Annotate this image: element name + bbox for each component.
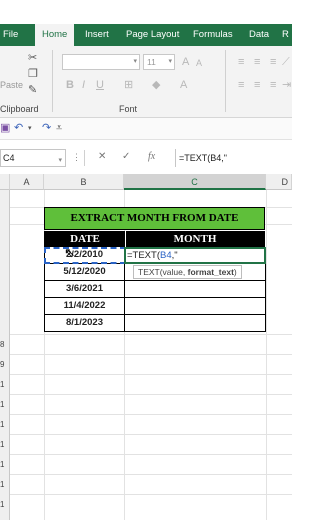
align-middle-icon[interactable]: ≡: [254, 56, 260, 68]
align-center-icon[interactable]: ≡: [254, 79, 260, 91]
gridline: [10, 374, 292, 375]
formula-prefix: =TEXT(: [127, 250, 160, 261]
fill-color-icon[interactable]: ◆: [152, 79, 160, 91]
align-right-icon[interactable]: ≡: [270, 79, 276, 91]
gridline: [10, 454, 292, 455]
function-tooltip: TEXT(value, format_text): [133, 265, 242, 279]
gridline: [10, 394, 292, 395]
tab-insert[interactable]: Insert: [85, 24, 109, 46]
font-size-value: 11: [147, 57, 156, 67]
font-name-dropdown[interactable]: ▾: [62, 54, 140, 70]
tab-page-layout[interactable]: Page Layout: [126, 24, 179, 46]
row-number: 1: [0, 480, 5, 489]
tab-data[interactable]: Data: [249, 24, 269, 46]
formula-suffix: ,": [171, 250, 178, 261]
date-cell-b6[interactable]: 3/6/2021: [44, 281, 125, 298]
tab-formulas[interactable]: Formulas: [193, 24, 233, 46]
formula-bar: C4 ▾ ⋮ ✕ ✓ fx =TEXT(B4,": [0, 146, 292, 170]
month-cell-c7[interactable]: [124, 298, 266, 315]
column-header-b[interactable]: B: [44, 174, 124, 190]
row-number: 1: [0, 400, 5, 409]
indent-icon[interactable]: ⇥: [282, 79, 291, 91]
ribbon: ✂ ❐ ✎ Paste Clipboard ▾ 11 ▾ A A ≡ ≡ ≡ ⟋ …: [0, 46, 292, 118]
row-number: 1: [0, 380, 5, 389]
font-color-icon[interactable]: A: [180, 79, 187, 91]
row-number: 1: [0, 500, 5, 509]
row-number: 9: [0, 360, 5, 369]
tab-review[interactable]: R: [282, 24, 289, 46]
orientation-icon[interactable]: ⟋: [282, 56, 290, 68]
month-cell-c6[interactable]: [124, 281, 266, 298]
row-number: 8: [0, 340, 5, 349]
name-box-value: C4: [3, 153, 15, 163]
gridline: [10, 474, 292, 475]
increase-font-icon[interactable]: A: [182, 56, 189, 68]
cut-icon[interactable]: ✂: [28, 52, 37, 64]
mouse-pointer-icon: ⇖: [64, 245, 75, 260]
format-painter-icon[interactable]: ✎: [28, 84, 37, 96]
gridline: [266, 190, 267, 520]
borders-icon[interactable]: ⊞: [124, 79, 133, 91]
formula-bar-separator: [84, 150, 85, 166]
month-cell-c8[interactable]: [124, 315, 266, 332]
name-box[interactable]: C4 ▾: [0, 149, 66, 167]
tooltip-current-arg: format_text: [187, 267, 234, 277]
italic-icon[interactable]: I: [82, 79, 85, 91]
tooltip-function: TEXT(value,: [138, 267, 188, 277]
decrease-font-icon[interactable]: A: [196, 57, 202, 69]
insert-function-icon[interactable]: fx: [148, 151, 155, 162]
column-header-c[interactable]: C: [124, 174, 266, 190]
table-title[interactable]: EXTRACT MONTH FROM DATE: [44, 207, 265, 230]
save-icon[interactable]: ▣: [0, 122, 10, 134]
redo-icon[interactable]: ↷: [42, 122, 51, 134]
select-all-corner[interactable]: [0, 174, 10, 190]
tooltip-close-paren: ): [233, 267, 237, 277]
bold-icon[interactable]: B: [66, 79, 74, 91]
formula-cell-ref: B4: [160, 250, 172, 261]
underline-icon[interactable]: U: [96, 79, 104, 91]
group-separator: [225, 50, 226, 112]
date-cell-b7[interactable]: 11/4/2022: [44, 298, 125, 315]
tab-file[interactable]: File: [3, 24, 18, 46]
chevron-down-icon: ▾: [58, 157, 62, 164]
formula-input[interactable]: =TEXT(B4,": [175, 149, 292, 167]
paste-button[interactable]: Paste: [0, 80, 23, 90]
column-header-d[interactable]: D: [266, 174, 292, 190]
gridline: [10, 354, 292, 355]
font-size-dropdown[interactable]: 11 ▾: [143, 54, 175, 70]
gridline: [10, 334, 292, 335]
gridline: [10, 434, 292, 435]
enter-icon[interactable]: ✓: [122, 151, 130, 162]
chevron-down-icon: ▾: [168, 58, 172, 65]
align-top-icon[interactable]: ≡: [238, 56, 244, 68]
row-number: 1: [0, 420, 5, 429]
more-icon: ⋮: [72, 152, 81, 162]
row-number: 1: [0, 440, 5, 449]
cell-edit-text[interactable]: =TEXT(B4,": [127, 248, 178, 263]
align-bottom-icon[interactable]: ≡: [270, 56, 276, 68]
date-cell-b5[interactable]: 5/12/2020: [44, 264, 125, 281]
cancel-icon[interactable]: ✕: [98, 151, 106, 162]
gridline: [10, 494, 292, 495]
date-cell-b8[interactable]: 8/1/2023: [44, 315, 125, 332]
referenced-cell-highlight: [44, 247, 126, 264]
chevron-down-icon: ▾: [133, 58, 137, 65]
row-number: 1: [0, 460, 5, 469]
gridline: [10, 414, 292, 415]
undo-dropdown-icon[interactable]: ▾: [28, 123, 32, 135]
header-date[interactable]: DATE: [44, 231, 125, 247]
align-left-icon[interactable]: ≡: [238, 79, 244, 91]
group-separator: [52, 50, 53, 112]
font-group-label: Font: [119, 104, 138, 114]
customize-toolbar-icon[interactable]: ⩡: [56, 122, 62, 134]
row-header-strip[interactable]: [0, 190, 10, 520]
clipboard-group-label: Clipboard: [0, 104, 39, 114]
tab-home[interactable]: Home: [35, 24, 75, 46]
copy-icon[interactable]: ❐: [28, 68, 38, 80]
header-month[interactable]: MONTH: [125, 231, 265, 247]
ribbon-tab-bar: File Home Insert Page Layout Formulas Da…: [0, 24, 292, 46]
undo-icon[interactable]: ↶: [14, 122, 23, 134]
quick-access-toolbar: ▣ ↶ ▾ ↷ ⩡: [0, 118, 292, 140]
column-header-a[interactable]: A: [10, 174, 44, 190]
